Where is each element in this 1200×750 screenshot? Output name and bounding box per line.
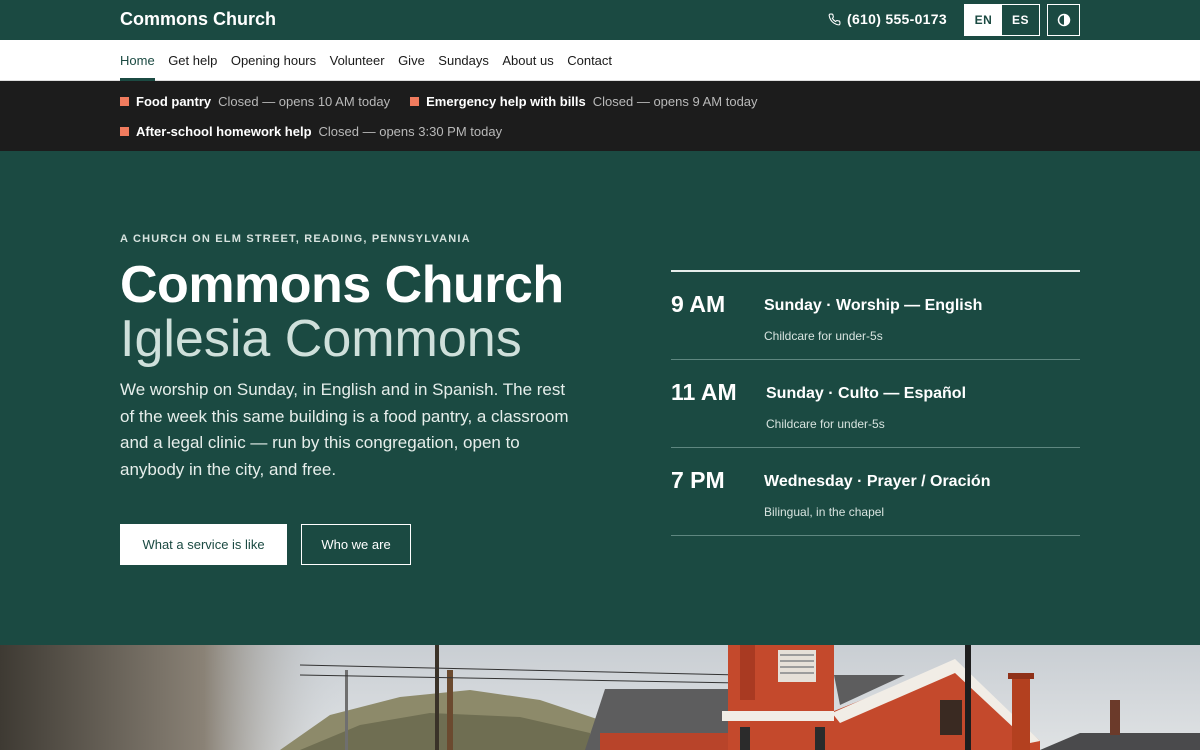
status-closed-indicator [120,127,129,136]
status-row: After-school homework help Closed — open… [120,124,522,139]
status-closed-indicator [410,97,420,106]
nav-item-about-us[interactable]: About us [502,40,553,80]
main-nav: Home Get help Opening hours Volunteer Gi… [0,40,1200,81]
schedule-time: 7 PM [671,467,725,493]
status-item-emergency-bills[interactable]: Emergency help with bills Closed — opens… [410,94,758,109]
language-switcher: EN ES [964,4,1040,36]
nav-item-give[interactable]: Give [398,40,425,80]
hero-eyebrow: A CHURCH ON ELM STREET, READING, PENNSYL… [120,233,471,245]
schedule-row[interactable]: 9 AM Sunday · Worship — English Childcar… [671,272,1080,360]
schedule-time: 9 AM [671,291,726,317]
lang-es-button[interactable]: ES [1002,5,1039,35]
status-row: Food pantry Closed — opens 10 AM today E… [120,94,778,109]
phone-number: (610) 555-0173 [847,11,947,27]
who-we-are-button[interactable]: Who we are [301,524,411,565]
schedule-title: Sunday · Worship — English [764,297,983,314]
phone-icon [828,13,841,25]
nav-item-home[interactable]: Home [120,40,155,81]
status-name: After-school homework help [136,124,312,139]
hero-lead: We worship on Sunday, in English and in … [120,380,569,479]
nav-item-get-help[interactable]: Get help [168,40,217,80]
top-bar: Commons Church (610) 555-0173 EN ES [0,0,1200,40]
nav-item-volunteer[interactable]: Volunteer [330,40,385,80]
schedule-title: Sunday · Culto — Español [766,385,967,402]
status-text: Closed — opens 9 AM today [592,94,758,109]
nav-list: Home Get help Opening hours Volunteer Gi… [120,40,626,81]
contrast-toggle-button[interactable] [1047,4,1080,36]
schedule-time: 11 AM [671,379,737,405]
nav-item-sundays[interactable]: Sundays [438,40,489,80]
schedule-note: Childcare for under-5s [766,417,885,431]
nav-item-contact[interactable]: Contact [567,40,612,80]
phone-link[interactable]: (610) 555-0173 [828,11,947,27]
schedule-row[interactable]: 7 PM Wednesday · Prayer / Oración Biling… [671,448,1080,536]
status-text: Closed — opens 3:30 PM today [318,124,503,139]
service-status-bar: Food pantry Closed — opens 10 AM today E… [0,81,1200,151]
status-closed-indicator [120,97,129,106]
service-schedule: 9 AM Sunday · Worship — English Childcar… [671,270,1080,536]
contrast-icon [1057,13,1070,27]
schedule-row[interactable]: 11 AM Sunday · Culto — Español Childcare… [671,360,1080,448]
status-item-food-pantry[interactable]: Food pantry Closed — opens 10 AM today [120,94,390,109]
schedule-note: Bilingual, in the chapel [764,505,885,519]
schedule-title: Wednesday · Prayer / Oración [764,473,991,490]
status-name: Food pantry [136,94,212,109]
church-building-photo [0,645,1200,750]
hero-title-spanish: Iglesia Commons [120,310,522,368]
schedule-note: Childcare for under-5s [764,329,883,343]
hero-title: Commons Church [120,256,564,314]
status-item-homework-help[interactable]: After-school homework help Closed — open… [120,124,502,139]
nav-item-opening-hours[interactable]: Opening hours [231,40,316,80]
site-brand[interactable]: Commons Church [120,9,276,30]
service-info-button[interactable]: What a service is like [120,524,287,565]
status-text: Closed — opens 10 AM today [218,94,391,109]
lang-en-button[interactable]: EN [965,5,1002,35]
hero-section: A CHURCH ON ELM STREET, READING, PENNSYL… [0,151,1200,645]
status-name: Emergency help with bills [426,94,586,109]
